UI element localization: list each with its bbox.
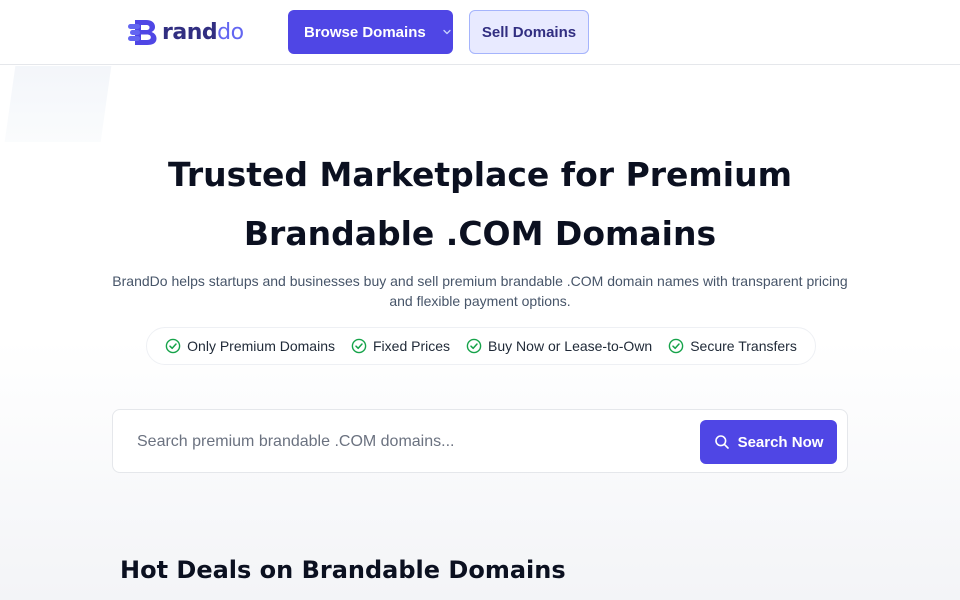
logo-wordmark: randdo	[162, 20, 244, 45]
search-icon	[714, 435, 729, 449]
browse-domains-label: Browse Domains	[304, 23, 426, 41]
feature-label: Fixed Prices	[373, 338, 451, 354]
branddo-logo[interactable]: randdo	[128, 17, 244, 47]
logo-text-rand: rand	[162, 19, 218, 45]
hero-title-line-2: Brandable .COM Domains	[243, 214, 717, 253]
search-card: Search Now	[112, 409, 848, 473]
logo-text-do: do	[217, 19, 244, 45]
hero-title-line-1: Trusted Marketplace for Premium	[167, 155, 792, 194]
check-circle-icon	[668, 338, 684, 354]
search-now-label: Search Now	[737, 433, 824, 451]
hot-deals-heading: Hot Deals on Brandable Domains	[120, 556, 566, 584]
feature-item: Fixed Prices	[351, 338, 450, 354]
feature-pills: Only Premium Domains Fixed Prices Buy No…	[146, 327, 816, 365]
search-input[interactable]	[125, 418, 695, 466]
browse-domains-button[interactable]: Browse Domains	[288, 10, 453, 54]
site-header: randdo Browse Domains Sell Domains	[0, 0, 960, 65]
check-circle-icon	[466, 338, 482, 354]
background-decoration	[4, 66, 112, 142]
b-logo-mark-icon	[128, 20, 157, 45]
feature-label: Secure Transfers	[690, 338, 797, 354]
check-circle-icon	[165, 338, 181, 354]
search-now-button[interactable]: Search Now	[700, 420, 837, 464]
hero-subtitle: BrandDo helps startups and businesses bu…	[112, 273, 848, 309]
chevron-down-icon	[443, 29, 451, 35]
feature-item: Only Premium Domains	[165, 338, 335, 354]
feature-label: Buy Now or Lease-to-Own	[488, 338, 653, 354]
feature-item: Secure Transfers	[668, 338, 797, 354]
hero-title: Trusted Marketplace for Premium Brandabl…	[80, 145, 880, 263]
sell-domains-label: Sell Domains	[481, 23, 577, 41]
sell-domains-button[interactable]: Sell Domains	[469, 10, 589, 54]
check-circle-icon	[351, 338, 367, 354]
feature-label: Only Premium Domains	[187, 338, 335, 354]
feature-item: Buy Now or Lease-to-Own	[466, 338, 652, 354]
